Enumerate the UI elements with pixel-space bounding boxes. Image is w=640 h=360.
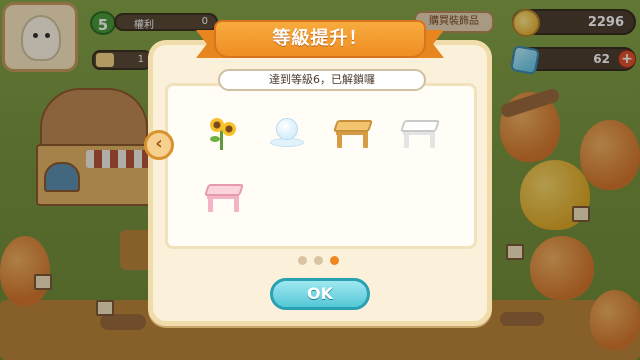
title-ribbon: 等級提升！ [196, 20, 444, 64]
unlock-notice: 達到等級6，已解鎖囉 [218, 69, 426, 91]
ok-button[interactable]: OK [270, 278, 370, 310]
page-indicator [298, 256, 348, 266]
pink-table-icon [204, 180, 244, 216]
page-dot[interactable] [314, 256, 323, 265]
prev-page-button[interactable]: ‹ [144, 130, 174, 160]
wooden-table-icon [333, 116, 373, 152]
white-table-icon [400, 116, 440, 152]
page-dot[interactable] [298, 256, 307, 265]
page-dot-active[interactable] [330, 256, 339, 265]
dialog-title: 等級提升！ [214, 20, 426, 58]
sunflower-icon [200, 112, 244, 152]
snowball-icon [266, 114, 310, 154]
unlocked-items-panel [165, 83, 477, 249]
